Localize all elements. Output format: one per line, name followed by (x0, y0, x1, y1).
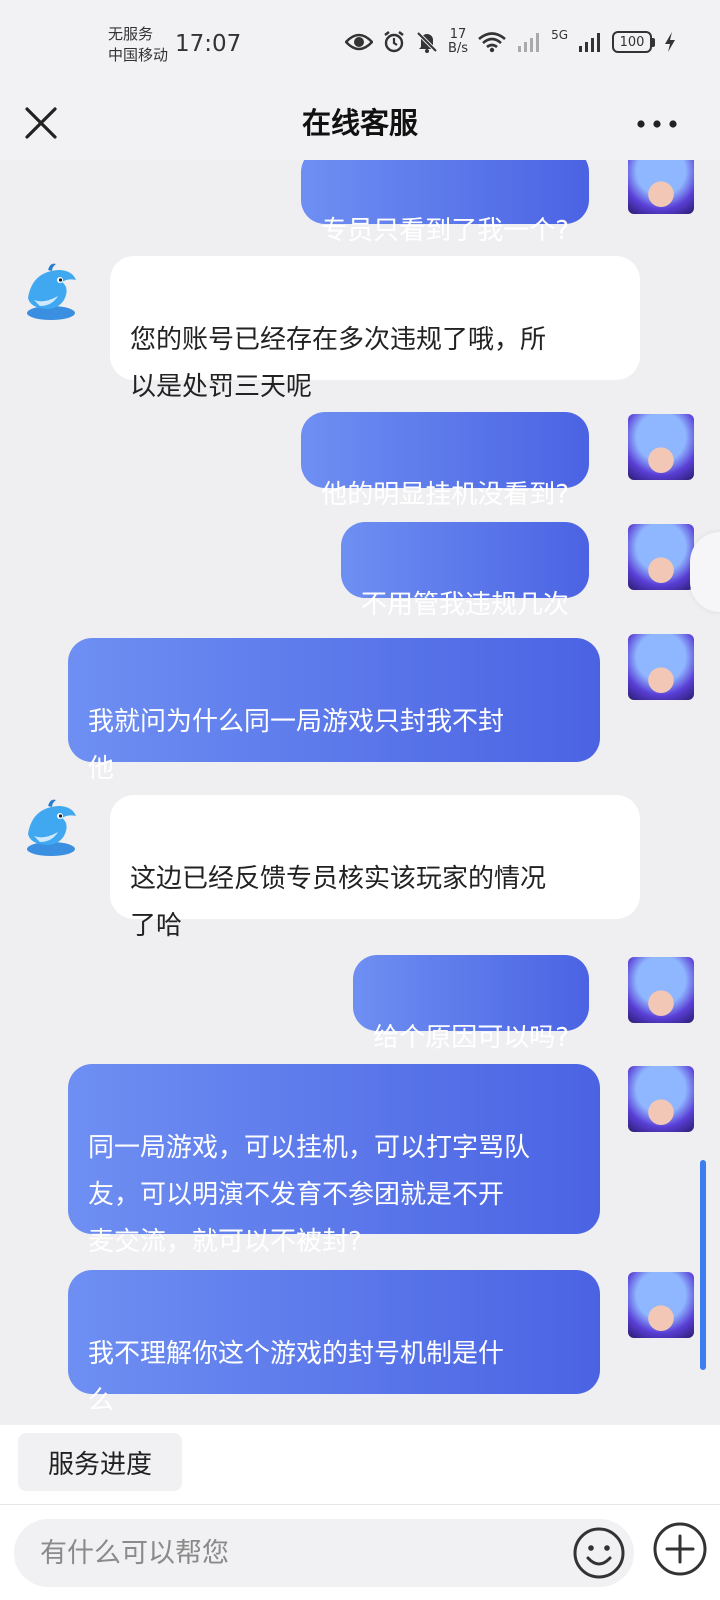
signal-icon (579, 33, 600, 52)
plus-icon (653, 1522, 707, 1576)
user-message: 专员只看到了我一个? (301, 160, 589, 246)
user-message: 不用管我违规几次 (340, 522, 589, 620)
message-text: 不用管我违规几次 (360, 590, 569, 620)
scrollbar[interactable] (700, 1160, 706, 1370)
battery-level: 100 (612, 31, 652, 53)
user-message: 他的明显挂机没看到? (301, 412, 589, 510)
quick-action-bar: 服务进度 (0, 1425, 720, 1505)
eye-icon (344, 33, 373, 51)
message-text: 给个原因可以吗? (373, 1023, 569, 1053)
user-avatar[interactable] (628, 414, 694, 480)
message-text: 我就问为什么同一局游戏只封我不封 他 (88, 707, 505, 784)
add-button[interactable] (650, 1519, 710, 1579)
agent-message: 您的账号已经存在多次违规了哦，所 以是处罚三天呢 (110, 256, 640, 402)
status-time: 17:07 (175, 31, 242, 57)
alarm-icon (384, 31, 404, 53)
user-message: 给个原因可以吗? (353, 955, 589, 1053)
status-bar: 无服务 中国移动 17:07 17 B/s 5G 100 (0, 0, 720, 92)
service-progress-button[interactable]: 服务进度 (18, 1433, 182, 1491)
net-speed-value: 17 (449, 27, 467, 42)
status-icons: 17 B/s 5G 100 (344, 28, 676, 56)
input-container (14, 1519, 634, 1587)
page-title: 在线客服 (301, 106, 418, 140)
network-type: 5G (551, 28, 568, 42)
more-icon (637, 120, 677, 128)
carrier-info: 无服务 中国移动 (108, 24, 168, 66)
user-message: 我不理解你这个游戏的封号机制是什 么 (68, 1270, 600, 1416)
agent-avatar[interactable] (18, 794, 84, 860)
wifi-icon (478, 32, 506, 53)
input-bar (0, 1505, 720, 1600)
user-avatar[interactable] (628, 160, 694, 214)
message-text: 我不理解你这个游戏的封号机制是什 么 (88, 1339, 505, 1416)
chat-area[interactable]: 专员只看到了我一个? 您的账号已经存在多次违规了哦，所 以是处罚三天呢 他的明显… (0, 160, 720, 1425)
user-avatar[interactable] (628, 957, 694, 1023)
user-avatar[interactable] (628, 524, 694, 590)
nav-bar: 在线客服 (0, 92, 720, 160)
carrier-name: 中国移动 (108, 46, 169, 64)
agent-message: 这边已经反馈专员核实该玩家的情况 了哈 (110, 795, 640, 941)
message-text: 他的明显挂机没看到? (321, 480, 569, 510)
user-message: 同一局游戏，可以挂机，可以打字骂队 友，可以明演不发育不参团就是不开 麦交流，就… (68, 1064, 600, 1257)
net-speed: 17 B/s (448, 28, 468, 56)
emoji-button[interactable] (568, 1522, 630, 1584)
emoji-icon (573, 1527, 625, 1579)
dolphin-icon (27, 799, 76, 856)
message-text: 专员只看到了我一个? (321, 216, 569, 246)
dolphin-icon (27, 263, 76, 320)
user-message: 我就问为什么同一局游戏只封我不封 他 (68, 638, 600, 784)
message-text: 您的账号已经存在多次违规了哦，所 以是处罚三天呢 (130, 325, 547, 402)
message-input[interactable] (40, 1519, 560, 1587)
battery-indicator: 100 (612, 31, 655, 53)
user-avatar[interactable] (628, 1272, 694, 1338)
mute-icon (416, 31, 438, 53)
agent-avatar[interactable] (18, 258, 84, 324)
message-text: 同一局游戏，可以挂机，可以打字骂队 友，可以明演不发育不参团就是不开 麦交流，就… (88, 1133, 531, 1257)
user-avatar[interactable] (628, 634, 694, 700)
carrier-status: 无服务 (108, 25, 154, 43)
user-avatar[interactable] (628, 1066, 694, 1132)
floating-edge-tab[interactable] (690, 532, 720, 612)
more-button[interactable] (634, 112, 680, 136)
charging-icon (665, 32, 675, 52)
signal-icon (518, 33, 540, 52)
net-speed-unit: B/s (447, 41, 469, 56)
message-text: 这边已经反馈专员核实该玩家的情况 了哈 (130, 864, 547, 941)
